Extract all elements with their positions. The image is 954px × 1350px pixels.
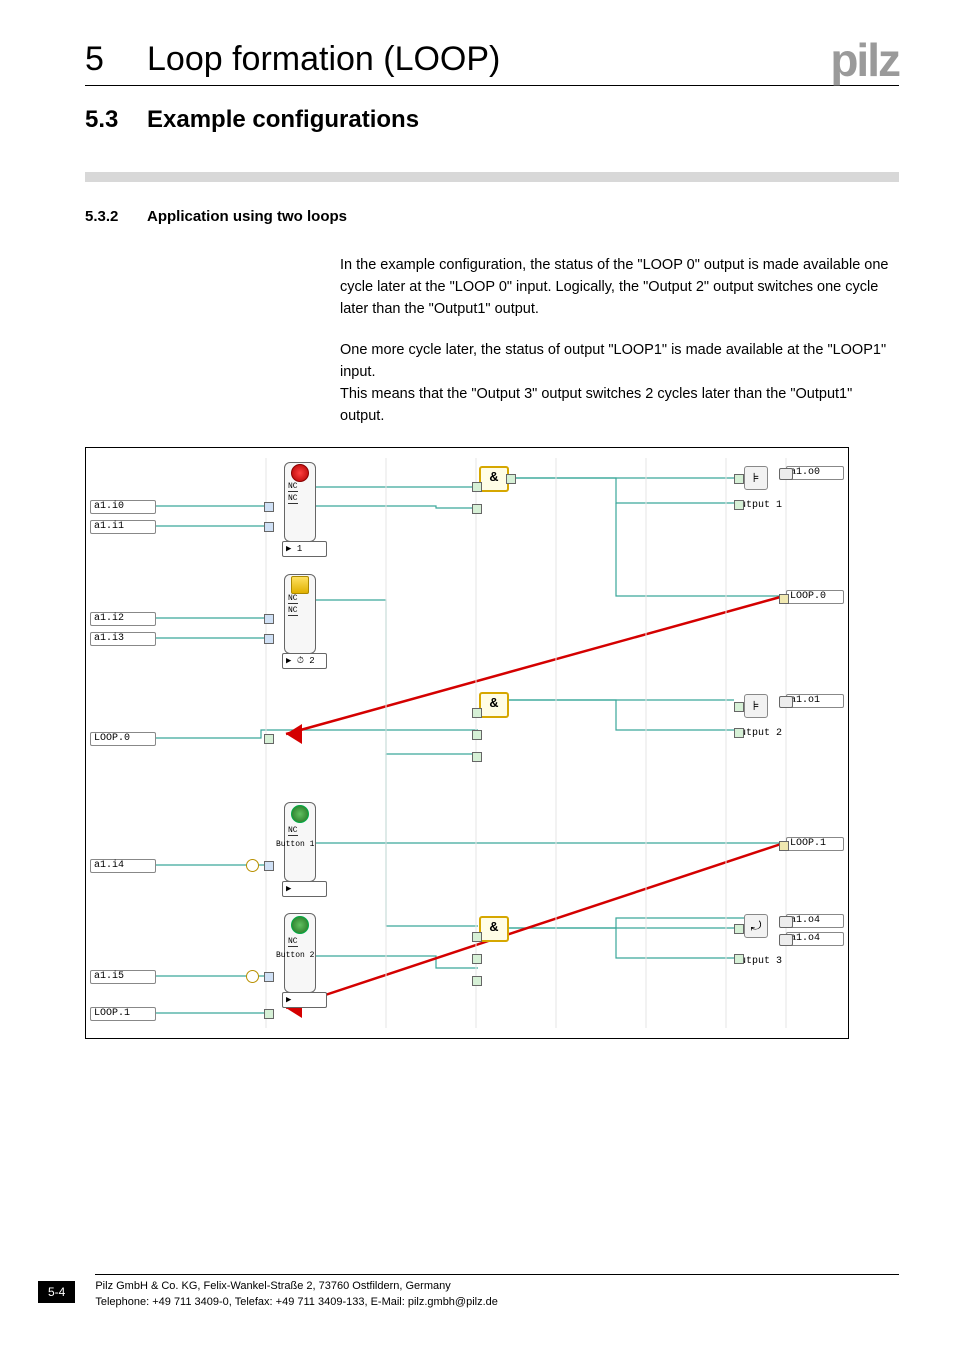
- out-pin: [734, 728, 744, 738]
- output-block-1: ⊧: [744, 466, 768, 490]
- paragraph-2b: This means that the "Output 3" output sw…: [340, 386, 852, 424]
- in-term: [264, 861, 274, 871]
- io-a1o4a: a1.o4: [786, 914, 844, 928]
- chapter-number: 5: [85, 40, 147, 79]
- section-number: 5.3: [85, 106, 147, 134]
- io-a1i1: a1.i1: [90, 520, 156, 534]
- footer-line2: Telephone: +49 711 3409-0, Telefax: +49 …: [95, 1296, 498, 1308]
- page-header: 5 Loop formation (LOOP) pilz: [85, 40, 899, 86]
- paragraph-1: In the example configuration, the status…: [340, 255, 899, 320]
- output-block-3: ⤾: [744, 914, 768, 938]
- in-term: [264, 614, 274, 624]
- gate-pin: [472, 482, 482, 492]
- io-a1o0: a1.o0: [786, 466, 844, 480]
- and-gate-3: &: [479, 916, 509, 942]
- page-number: 5-4: [38, 1281, 75, 1303]
- nc-label: NC: [288, 826, 298, 836]
- loop-out-term: [779, 841, 789, 851]
- out-pin: [734, 474, 744, 484]
- in-term: [264, 522, 274, 532]
- button2-label: Button 2: [276, 951, 314, 960]
- in-term: [264, 972, 274, 982]
- gate-pin: [472, 708, 482, 718]
- loop-out-term: [779, 594, 789, 604]
- wire-layer: [86, 448, 848, 1038]
- gate-pin: [472, 976, 482, 986]
- timer-3: ▶: [282, 881, 327, 897]
- io-a1o1: a1.o1: [786, 694, 844, 708]
- output-block-2: ⊧: [744, 694, 768, 718]
- out-pin: [734, 500, 744, 510]
- chapter-title: Loop formation (LOOP): [147, 40, 830, 79]
- gate-pin: [472, 954, 482, 964]
- in-term: [264, 634, 274, 644]
- timer-2: ▶ ⏱ 2: [282, 653, 327, 669]
- out-pin: [734, 954, 744, 964]
- io-a1i2: a1.i2: [90, 612, 156, 626]
- subsection-title: Application using two loops: [147, 208, 347, 225]
- gate-pin: [472, 730, 482, 740]
- nc-label: NC: [288, 482, 298, 492]
- in-term: [264, 502, 274, 512]
- brand-logo: pilz: [830, 42, 899, 79]
- io-a1i4: a1.i4: [90, 859, 156, 873]
- nc-label: NC: [288, 494, 298, 504]
- out-conn-icon: [779, 916, 793, 928]
- io-a1i0: a1.i0: [90, 500, 156, 514]
- io-a1i3: a1.i3: [90, 632, 156, 646]
- out-pin: [734, 702, 744, 712]
- nc-label: NC: [288, 594, 298, 604]
- io-a1o4b: a1.o4: [786, 932, 844, 946]
- paragraph-2a: One more cycle later, the status of outp…: [340, 342, 886, 380]
- gate-pin: [506, 474, 516, 484]
- page-footer: 5-4 Pilz GmbH & Co. KG, Felix-Wankel-Str…: [38, 1274, 899, 1310]
- subsection-number: 5.3.2: [85, 208, 147, 225]
- paragraph-2: One more cycle later, the status of outp…: [340, 340, 899, 427]
- in-term: [264, 1009, 274, 1019]
- function-block-diagram: a1.i0 a1.i1 a1.i2 a1.i3 LOOP.0 a1.i4 a1.…: [85, 447, 849, 1039]
- footer-address: Pilz GmbH & Co. KG, Felix-Wankel-Straße …: [95, 1274, 899, 1310]
- out-conn-icon: [779, 696, 793, 708]
- io-loop1-out: LOOP.1: [786, 837, 844, 851]
- out-pin: [734, 924, 744, 934]
- gate-pin: [472, 504, 482, 514]
- timer-1: ▶ 1: [282, 541, 327, 557]
- section-divider: [85, 172, 899, 182]
- gate-pin: [472, 932, 482, 942]
- io-loop0-in: LOOP.0: [90, 732, 156, 746]
- and-gate-2: &: [479, 692, 509, 718]
- button1-label: Button 1: [276, 840, 314, 849]
- section-heading: 5.3 Example configurations: [85, 106, 899, 134]
- io-loop1-in: LOOP.1: [90, 1007, 156, 1021]
- in-term: [264, 734, 274, 744]
- section-title: Example configurations: [147, 106, 419, 134]
- footer-line1: Pilz GmbH & Co. KG, Felix-Wankel-Straße …: [95, 1280, 450, 1292]
- timer-4: ▶: [282, 992, 327, 1008]
- nc-label: NC: [288, 937, 298, 947]
- safety-gate-icon: [291, 576, 309, 594]
- nc-label: NC: [288, 606, 298, 616]
- io-loop0-out: LOOP.0: [786, 590, 844, 604]
- subsection-heading: 5.3.2 Application using two loops: [85, 208, 899, 225]
- io-a1i5: a1.i5: [90, 970, 156, 984]
- gate-pin: [472, 752, 482, 762]
- out-conn-icon: [779, 468, 793, 480]
- out-conn-icon: [779, 934, 793, 946]
- and-gate-1: &: [479, 466, 509, 492]
